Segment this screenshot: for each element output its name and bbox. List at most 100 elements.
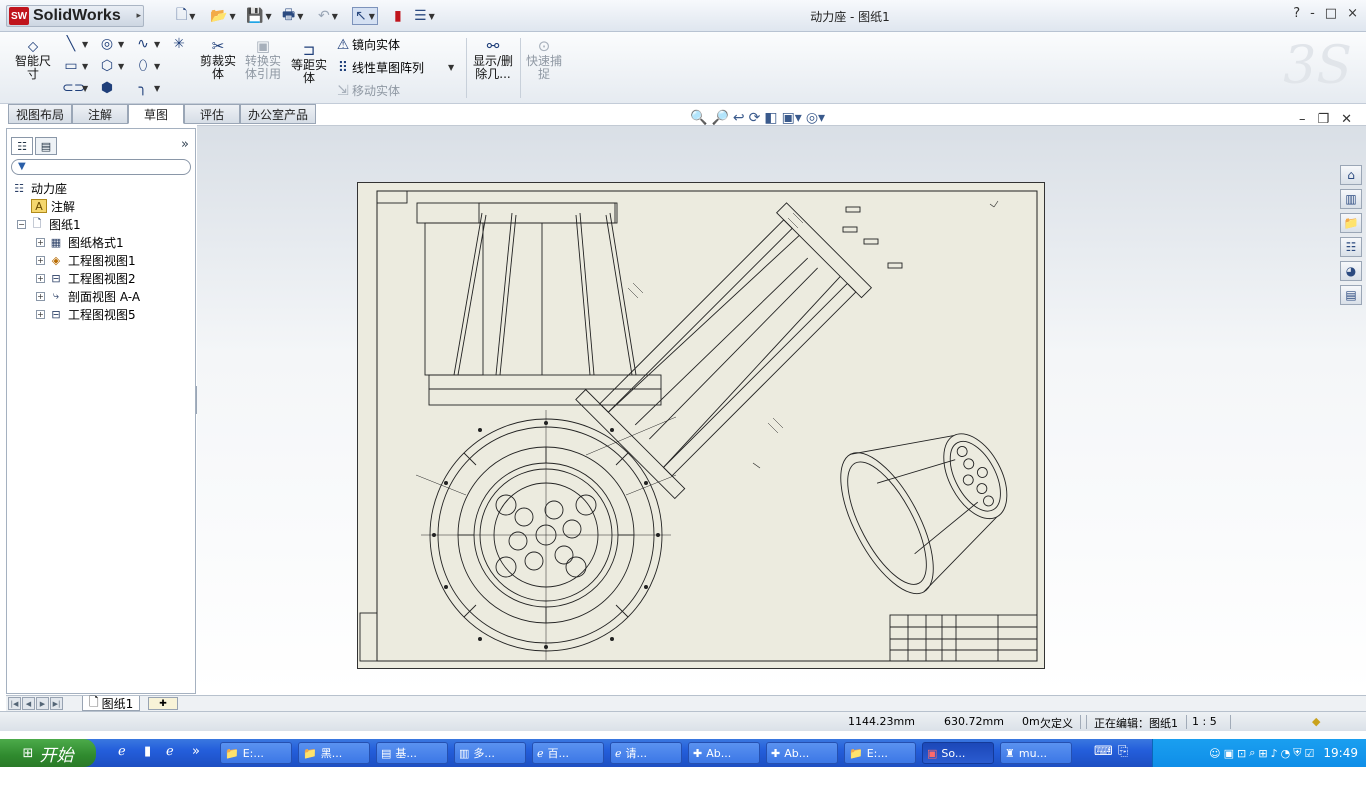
tree-item-drawing-view-1[interactable]: + ◈ 工程图视图1 [36, 252, 136, 268]
smart-dimension-button[interactable]: ⬦ 智能尺寸 [12, 38, 54, 81]
doc-close-button[interactable]: ✕ [1341, 112, 1352, 127]
options-button[interactable]: ☰ ▼ [414, 7, 435, 25]
expand-icon[interactable]: + [36, 309, 45, 319]
spline-tool[interactable]: ∿ ▼ [134, 36, 160, 52]
point-tool[interactable]: ✳ [170, 36, 188, 52]
print-button[interactable]: 🖶 ▼ [282, 7, 303, 25]
taskbar-button[interactable]: ✚ Ab... [688, 742, 760, 764]
taskbar-button[interactable]: ✚ Ab... [766, 742, 838, 764]
tray-app-icon[interactable]: ⊞ [1258, 747, 1267, 760]
taskbar-button[interactable]: ▥ 多... [454, 742, 526, 764]
file-explorer-tab[interactable]: 📁 [1340, 213, 1362, 233]
feature-manager-tab[interactable]: ☷ [11, 137, 33, 155]
solidworks-menu-button[interactable]: SW SolidWorks ▸ [6, 5, 144, 27]
mirror-entities-button[interactable]: ⚠ 镜向实体 [334, 36, 400, 53]
taskbar-button[interactable]: 📁 E:... [844, 742, 916, 764]
expand-icon[interactable]: + [36, 255, 45, 265]
help-button[interactable]: ? [1293, 6, 1300, 21]
tree-filter-input[interactable]: ▼ [11, 159, 191, 175]
rebuild-button[interactable]: ▮ [394, 7, 402, 25]
linear-pattern-button[interactable]: ⠿ 线性草图阵列 ▼ [334, 59, 454, 76]
clock[interactable]: 19:49 [1323, 746, 1358, 760]
home-tab[interactable]: ⌂ [1340, 165, 1362, 185]
expand-icon[interactable]: + [36, 237, 45, 247]
sheet-tab[interactable]: 🗋 图纸1 [82, 695, 141, 711]
taskbar-button[interactable]: 📁 黑... [298, 742, 370, 764]
doc-restore-button[interactable]: ❐ [1317, 112, 1329, 127]
appearances-tab[interactable]: ◕ [1340, 261, 1362, 281]
keyboard-icon[interactable]: ⌨ [1094, 744, 1113, 759]
property-manager-tab[interactable]: ▤ [35, 137, 57, 155]
zoom-to-area-icon[interactable]: 🔎 [711, 110, 728, 126]
undo-button[interactable]: ↶ ▼ [318, 7, 338, 25]
section-view-hud-icon[interactable]: ◧ [764, 110, 777, 126]
quicklaunch-app-icon[interactable]: ▮ [144, 744, 151, 759]
tree-item-sheet-format[interactable]: + ▦ 图纸格式1 [36, 234, 124, 250]
circle-tool[interactable]: ◎ ▼ [98, 36, 124, 52]
design-library-tab[interactable]: ▥ [1340, 189, 1362, 209]
rebuild-status-icon[interactable]: ◆ [1312, 715, 1320, 728]
display-style-icon[interactable]: ▣▾ [782, 110, 802, 126]
tab-office-products[interactable]: 办公室产品 [240, 104, 316, 124]
hide-show-icon[interactable]: ◎▾ [806, 110, 825, 126]
tree-root[interactable]: ☷ 动力座 [11, 180, 67, 196]
tray-app-icon[interactable]: ◔ [1281, 747, 1291, 760]
quick-snaps-button[interactable]: ⊙ 快速捕捉 [524, 38, 564, 81]
tab-sketch[interactable]: 草图 [128, 104, 184, 124]
taskbar-button-active[interactable]: ▣ So... [922, 742, 994, 764]
minimize-button[interactable]: - [1310, 6, 1315, 21]
start-button[interactable]: ⊞ 开始 [0, 739, 96, 767]
rebuild-view-icon[interactable]: ⟳ [749, 110, 761, 126]
convert-entities-button[interactable]: ▣ 转换实体引用 [242, 38, 284, 81]
taskbar-button[interactable]: ♜ mu... [1000, 742, 1072, 764]
tree-item-sheet[interactable]: − 🗋 图纸1 [17, 216, 81, 232]
ellipse-tool[interactable]: ⬯ ▼ [134, 58, 161, 74]
prev-sheet-button[interactable]: ◀ [22, 697, 35, 710]
tree-item-drawing-view-2[interactable]: + ⊟ 工程图视图2 [36, 270, 136, 286]
expand-icon[interactable]: + [36, 291, 45, 301]
first-sheet-button[interactable]: |◀ [8, 697, 21, 710]
drawing-sheet[interactable] [357, 182, 1045, 669]
taskbar-button[interactable]: ▤ 基... [376, 742, 448, 764]
maximize-button[interactable]: □ [1325, 6, 1337, 21]
line-tool[interactable]: ╲ ▼ [62, 36, 88, 52]
previous-view-icon[interactable]: ↩ [733, 110, 745, 126]
close-button[interactable]: × [1347, 6, 1358, 21]
add-sheet-button[interactable]: ✚ [148, 697, 178, 710]
volume-icon[interactable]: ♪ [1271, 747, 1278, 760]
last-sheet-button[interactable]: ▶| [50, 697, 63, 710]
tray-app-icon[interactable]: ☑ [1305, 747, 1315, 760]
hexagon-tool[interactable]: ⬢ [98, 80, 116, 96]
new-document-button[interactable]: 🗋 ▼ [176, 7, 195, 25]
expand-panel-button[interactable]: » [181, 137, 189, 152]
network-icon[interactable]: ⊡ [1237, 747, 1246, 760]
qq-icon[interactable]: ☺ [1209, 747, 1220, 760]
slot-tool[interactable]: ⊂⊃ ▼ [62, 80, 88, 96]
expand-icon[interactable]: + [36, 273, 45, 283]
move-entities-button[interactable]: ⇲ 移动实体 [334, 82, 400, 99]
tab-view-layout[interactable]: 视图布局 [8, 104, 72, 124]
display-delete-relations-button[interactable]: ⚯ 显示/删除几... [470, 38, 516, 81]
quicklaunch-ie-icon[interactable]: ℯ [118, 744, 126, 759]
doc-minimize-button[interactable]: – [1299, 112, 1306, 127]
polygon-tool[interactable]: ⬡ ▼ [98, 58, 124, 74]
save-button[interactable]: 💾 ▼ [246, 7, 272, 25]
fillet-tool[interactable]: ╮ ▼ [134, 80, 160, 96]
quicklaunch-ie2-icon[interactable]: ℯ [166, 744, 174, 759]
tab-evaluate[interactable]: 评估 [184, 104, 240, 124]
offset-entities-button[interactable]: ⊐ 等距实体 [288, 42, 330, 85]
tree-item-drawing-view-5[interactable]: + ⊟ 工程图视图5 [36, 306, 136, 322]
custom-properties-tab[interactable]: ▤ [1340, 285, 1362, 305]
zoom-to-fit-icon[interactable]: 🔍 [690, 110, 707, 126]
collapse-icon[interactable]: − [17, 219, 26, 229]
taskbar-button[interactable]: ℯ 百... [532, 742, 604, 764]
open-button[interactable]: 📂 ▼ [210, 7, 236, 25]
taskbar-button[interactable]: 📁 E:... [220, 742, 292, 764]
tree-item-section-view[interactable]: + ⤷ 剖面视图 A-A [36, 288, 140, 304]
status-scale[interactable]: 1 : 5 [1192, 715, 1217, 728]
taskbar-button[interactable]: ℯ 请... [610, 742, 682, 764]
select-button[interactable]: ↖ ▼ [352, 7, 378, 25]
tab-annotation[interactable]: 注解 [72, 104, 128, 124]
rectangle-tool[interactable]: ▭ ▼ [62, 58, 88, 74]
next-sheet-button[interactable]: ▶ [36, 697, 49, 710]
